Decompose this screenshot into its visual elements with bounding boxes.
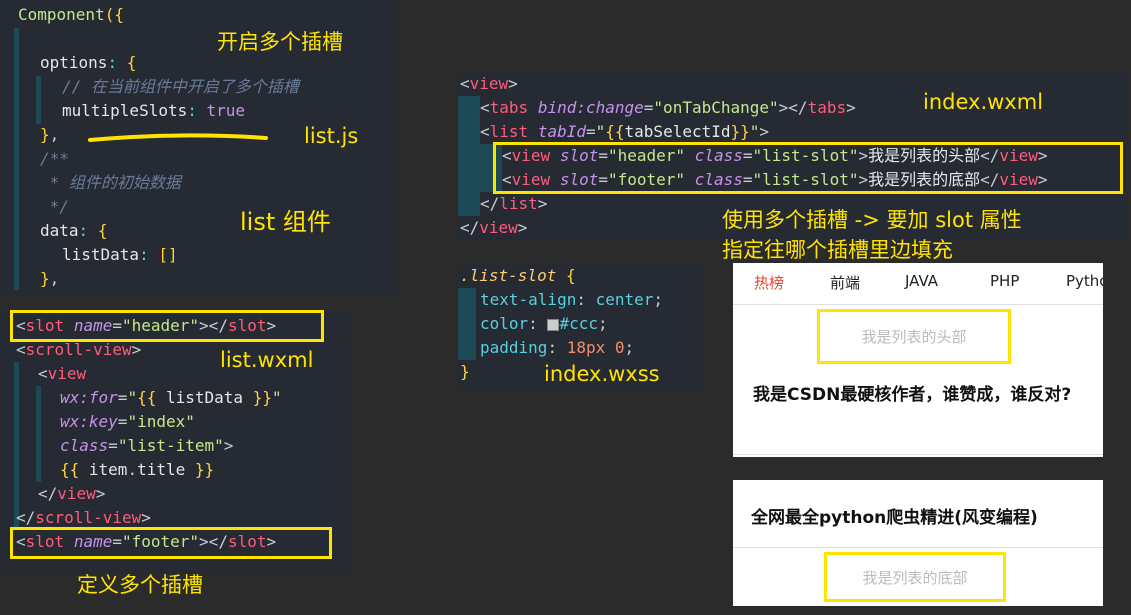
code-line: Component({ — [18, 5, 124, 24]
indent-guide — [36, 386, 41, 482]
indent-guide — [14, 362, 19, 530]
code-comment: // 在当前组件中开启了多个插槽 — [62, 77, 299, 96]
note-use-slots-1: 使用多个插槽 -> 要加 slot 属性 — [722, 208, 1022, 232]
code-comment: * 组件的初始数据 — [40, 173, 181, 192]
code-line: class="list-item"> — [60, 436, 234, 455]
code-line: </list> — [480, 194, 548, 213]
indent-guide — [14, 28, 19, 290]
code-line: <list tabId="{{tabSelectId}}"> — [480, 122, 770, 141]
code-line: listData: [] — [62, 245, 178, 264]
code-line: .list-slot { — [460, 266, 576, 285]
note-index-wxss: index.wxss — [544, 362, 660, 386]
note-define-slots: 定义多个插槽 — [77, 573, 203, 597]
highlight-slot-views — [493, 142, 1123, 194]
code-line: } — [460, 362, 470, 381]
code-comment: /** — [40, 149, 69, 168]
note-list-wxml: list.wxml — [220, 348, 314, 372]
item-divider — [733, 547, 1103, 548]
highlight-header-slot — [10, 310, 324, 342]
header-slot-preview: 我是列表的头部 — [817, 309, 1011, 364]
note-list-component: list 组件 — [240, 208, 331, 236]
tab-frontend[interactable]: 前端 — [830, 272, 860, 293]
code-line: {{ item.title }} — [60, 460, 215, 479]
code-line: </view> — [460, 218, 528, 237]
indent-guide — [458, 288, 476, 360]
code-line: <view — [38, 364, 87, 383]
note-list-js: list.js — [304, 124, 359, 148]
code-line: options: { — [40, 53, 137, 72]
list-item[interactable]: 我是CSDN最硬核作者，谁赞成，谁反对? — [753, 384, 1073, 407]
code-line: data: { — [40, 221, 108, 240]
code-line: <view> — [460, 74, 518, 93]
preview-bottom-card: 全网最全python爬虫精进(风变编程) 我是列表的底部 — [733, 480, 1103, 606]
code-line: text-align: center; — [480, 290, 664, 309]
preview-top-card: 热榜 前端 JAVA PHP Pytho 我是列表的头部 我是CSDN最硬核作者… — [733, 263, 1103, 457]
list-item[interactable]: 全网最全python爬虫精进(风变编程) — [751, 503, 1091, 528]
code-line: multipleSlots: true — [62, 101, 246, 120]
code-line: wx:key="index" — [60, 412, 195, 431]
code-line: <tabs bind:change="onTabChange"></tabs> — [480, 98, 856, 117]
tab-java[interactable]: JAVA — [905, 272, 938, 290]
item-divider — [733, 454, 1103, 455]
code-line: wx:for="{{ listData }}" — [60, 388, 282, 407]
note-index-wxml: index.wxml — [923, 90, 1044, 114]
indent-guide — [36, 76, 41, 124]
highlight-footer-slot — [10, 527, 332, 559]
indent-guide — [458, 96, 480, 216]
code-comment: */ — [40, 197, 69, 216]
underline-stroke — [88, 133, 268, 142]
code-line: </view> — [38, 484, 106, 503]
code-line: }, — [40, 125, 60, 144]
tab-python[interactable]: Pytho — [1066, 272, 1103, 290]
note-use-slots-2: 指定往哪个插槽里边填充 — [722, 238, 953, 262]
footer-slot-preview: 我是列表的底部 — [824, 552, 1006, 602]
code-line: }, — [40, 269, 60, 288]
code-line: color: #ccc; — [480, 314, 608, 333]
note-open-slots: 开启多个插槽 — [217, 30, 343, 54]
tab-hot[interactable]: 热榜 — [754, 272, 784, 293]
code-line: padding: 18px 0; — [480, 338, 635, 357]
tabs-divider — [733, 304, 1103, 305]
tab-php[interactable]: PHP — [990, 272, 1019, 290]
color-swatch — [547, 318, 560, 331]
